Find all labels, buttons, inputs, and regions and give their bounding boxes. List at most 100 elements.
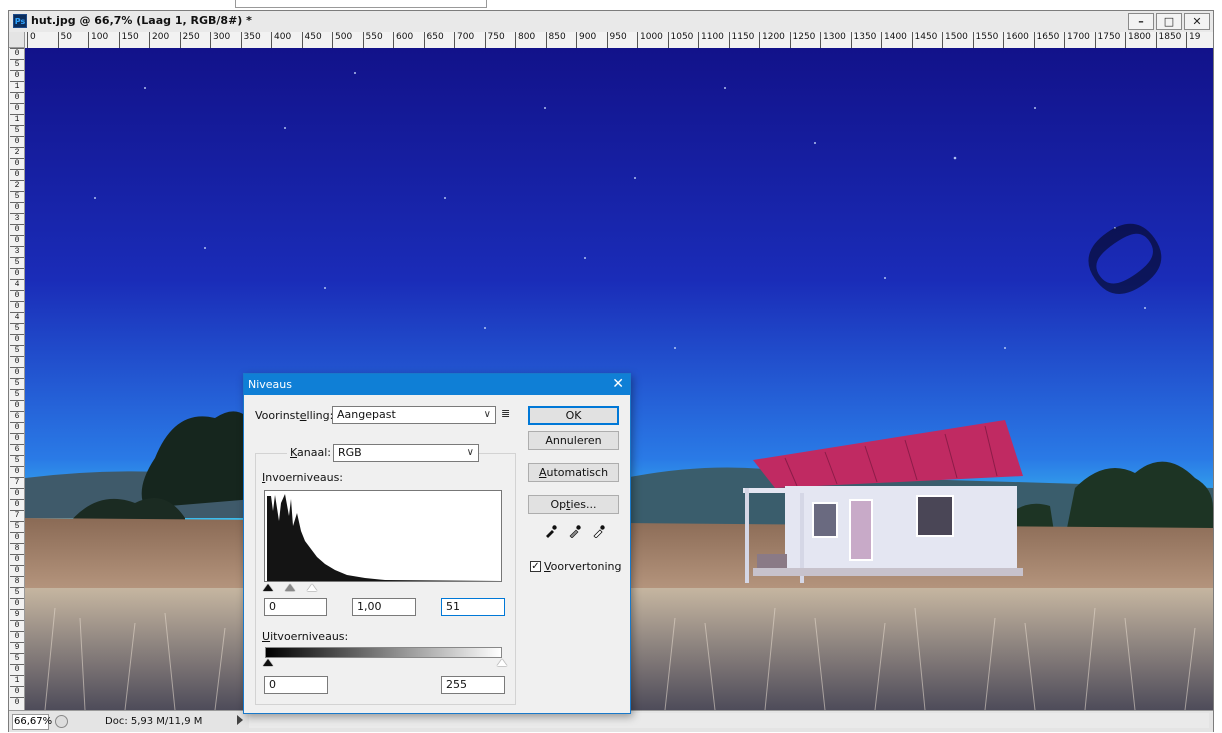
ruler-h-label: 1550	[972, 32, 998, 48]
ruler-v-label: 4	[10, 312, 24, 322]
white-eyedropper-icon[interactable]	[592, 524, 606, 539]
title-bar[interactable]: Ps hut.jpg @ 66,7% (Laag 1, RGB/8#) * – …	[9, 11, 1213, 32]
ruler-v-label: 0	[10, 290, 24, 300]
ruler-v-label: 8	[10, 576, 24, 586]
document-size-info: Doc: 5,93 M/11,9 M	[105, 716, 203, 727]
ruler-v-label: 5	[10, 653, 24, 663]
horizontal-scrollbar[interactable]	[249, 713, 1209, 728]
dialog-close-icon[interactable]: ✕	[612, 376, 624, 392]
ruler-v-label: 0	[10, 422, 24, 432]
output-white-slider[interactable]	[497, 659, 507, 666]
output-gradient	[265, 647, 502, 658]
ruler-v-label: 5	[10, 257, 24, 267]
ruler-v-label: 0	[10, 202, 24, 212]
ruler-v-label: 0	[10, 367, 24, 377]
channel-label: Kanaal:	[287, 446, 334, 459]
ruler-v-label: 0	[10, 224, 24, 234]
ruler-h-label: 1050	[667, 32, 693, 48]
ruler-h-label: 1600	[1003, 32, 1029, 48]
maximize-button[interactable]: □	[1156, 13, 1182, 30]
ruler-h-label: 1750	[1094, 32, 1120, 48]
document-title: hut.jpg @ 66,7% (Laag 1, RGB/8#) *	[31, 14, 252, 27]
vertical-ruler[interactable]: 0501001502002503003504004505005506006507…	[9, 48, 25, 710]
ruler-v-label: 0	[10, 268, 24, 278]
preview-checkbox[interactable]: ✓	[530, 561, 541, 572]
ruler-v-label: 3	[10, 246, 24, 256]
input-white-slider[interactable]	[307, 584, 317, 591]
ruler-h-label: 150	[118, 32, 139, 48]
ruler-v-label: 9	[10, 609, 24, 619]
ruler-v-label: 0	[10, 48, 24, 58]
channel-select[interactable]: RGB ∨	[333, 444, 479, 462]
ruler-h-label: 1850	[1155, 32, 1181, 48]
ruler-v-label: 0	[10, 697, 24, 707]
zoom-field[interactable]: 66,67%	[12, 714, 52, 730]
ruler-h-label: 800	[515, 32, 535, 48]
ruler-v-label: 0	[10, 554, 24, 564]
ruler-v-label: 0	[10, 136, 24, 146]
close-button[interactable]: ✕	[1184, 13, 1210, 30]
preview-label: Voorvertoning	[544, 560, 622, 573]
ruler-h-label: 0	[27, 32, 36, 48]
ruler-h-label: 200	[149, 32, 169, 48]
input-black-slider[interactable]	[263, 584, 273, 591]
ruler-v-label: 0	[10, 532, 24, 542]
options-button[interactable]: Opties...	[528, 495, 619, 514]
input-gamma-field[interactable]: 1,00	[352, 598, 416, 616]
ruler-h-label: 500	[332, 32, 352, 48]
ruler-v-label: 0	[10, 466, 24, 476]
ruler-v-label: 0	[10, 433, 24, 443]
ruler-v-label: 6	[10, 411, 24, 421]
ruler-h-label: 1100	[698, 32, 724, 48]
histogram	[264, 490, 502, 582]
background-field	[235, 0, 487, 8]
output-black-field[interactable]: 0	[264, 676, 328, 694]
input-gamma-slider[interactable]	[285, 584, 295, 591]
auto-button[interactable]: Automatisch	[528, 463, 619, 482]
ruler-h-label: 1200	[759, 32, 785, 48]
ruler-origin[interactable]	[9, 32, 25, 48]
preset-menu-icon[interactable]: ≣	[501, 407, 510, 420]
zoom-reset-icon[interactable]	[55, 715, 68, 728]
ruler-h-label: 1400	[881, 32, 907, 48]
ok-button[interactable]: OK	[528, 406, 619, 425]
ruler-v-label: 4	[10, 279, 24, 289]
status-menu-arrow-icon[interactable]	[237, 715, 243, 725]
ruler-v-label: 2	[10, 147, 24, 157]
dialog-title: Niveaus	[248, 378, 293, 391]
ruler-v-label: 0	[10, 686, 24, 696]
input-black-field[interactable]: 0	[264, 598, 327, 616]
ruler-v-label: 0	[10, 356, 24, 366]
dialog-title-bar[interactable]: Niveaus ✕	[244, 374, 630, 395]
channel-value: RGB	[338, 446, 362, 459]
black-eyedropper-icon[interactable]	[544, 524, 558, 538]
ruler-h-label: 1300	[820, 32, 846, 48]
ruler-v-label: 5	[10, 59, 24, 69]
ruler-h-label: 1500	[942, 32, 968, 48]
ruler-v-label: 0	[10, 92, 24, 102]
histogram-graph	[267, 494, 501, 581]
gray-eyedropper-icon[interactable]	[568, 524, 582, 539]
horizontal-ruler[interactable]: 0 50 100 150 200 250 300 350 400 450 500 550 600 650 7…	[25, 32, 1213, 49]
ruler-v-label: 0	[10, 235, 24, 245]
ruler-v-label: 5	[10, 323, 24, 333]
ruler-v-label: 8	[10, 543, 24, 553]
ruler-v-label: 5	[10, 389, 24, 399]
ruler-h-label: 550	[362, 32, 383, 48]
input-white-field[interactable]: 51	[441, 598, 505, 616]
ruler-h-label: 1250	[789, 32, 815, 48]
preset-select[interactable]: Aangepast ∨	[332, 406, 496, 424]
ruler-v-label: 0	[10, 169, 24, 179]
ruler-v-label: 1	[10, 675, 24, 685]
ruler-v-label: 0	[10, 103, 24, 113]
ruler-h-label: 650	[423, 32, 444, 48]
output-white-field[interactable]: 255	[441, 676, 505, 694]
output-black-slider[interactable]	[263, 659, 273, 666]
ruler-h-label: 250	[179, 32, 200, 48]
ruler-v-label: 5	[10, 191, 24, 201]
minimize-button[interactable]: –	[1128, 13, 1154, 30]
cancel-button[interactable]: Annuleren	[528, 431, 619, 450]
ruler-h-label: 900	[576, 32, 596, 48]
ruler-v-label: 5	[10, 345, 24, 355]
ruler-v-label: 3	[10, 213, 24, 223]
